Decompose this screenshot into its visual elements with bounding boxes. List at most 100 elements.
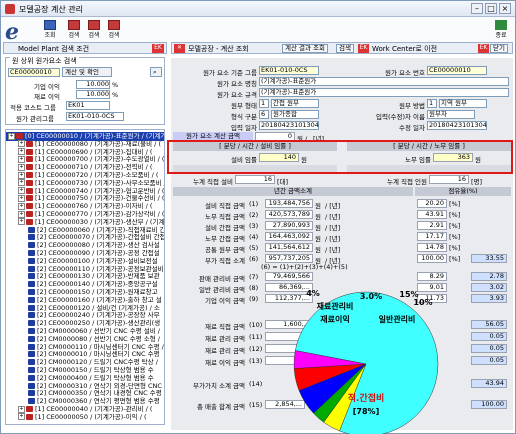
base-profit-input[interactable]: 10.000 — [76, 80, 110, 89]
search-button-2[interactable]: 검색 — [85, 20, 103, 41]
method-code[interactable]: 1 — [427, 99, 437, 108]
row-amount[interactable]: 79,469,566 — [265, 272, 313, 281]
window-title: 모델공장 계산 관리 — [19, 5, 83, 14]
row-pct[interactable]: 20.20 — [417, 199, 447, 208]
row-extra[interactable]: 0.05 — [471, 344, 507, 353]
total-extra[interactable]: 100.00 — [471, 400, 507, 409]
row-pct[interactable]: 14.78 — [417, 243, 447, 252]
mod-date-field[interactable]: 20180423101304 — [427, 121, 487, 130]
node-icon — [28, 242, 35, 249]
row-extra[interactable]: 3.93 — [471, 294, 507, 303]
expand-icon[interactable]: + — [18, 155, 25, 163]
node-icon — [28, 265, 35, 272]
row-pct[interactable]: 100.00 — [417, 254, 447, 263]
cost-element-tree[interactable]: + [0] CE00000010 / (기계가공)-표준원가 / (기계가 + [1]… — [5, 129, 165, 425]
node-label: [2] CE00000150 / (기계가공)-원재료창고 — [37, 288, 158, 296]
tab-work-center[interactable]: Work Center로 이전 — [372, 44, 437, 54]
row-per: / [년] — [325, 202, 341, 210]
row-code: (1) — [249, 200, 259, 208]
row-extra[interactable]: 33.55 — [471, 254, 507, 263]
cost-code-input[interactable]: CE00000010 — [8, 68, 60, 77]
expand-icon[interactable]: + — [18, 187, 25, 195]
row-extra[interactable]: 3.02 — [471, 283, 507, 292]
row-extra[interactable]: 2.78 — [471, 272, 507, 281]
exit-button[interactable]: 종료 — [493, 20, 509, 41]
cum-labor-unit: [명] — [471, 178, 483, 186]
close-window-button[interactable]: × — [499, 3, 511, 14]
row-pct-unit: [%] — [449, 200, 461, 208]
calc-result-button[interactable]: 계산 결과 조회 — [282, 44, 329, 53]
maximize-button[interactable]: □ — [485, 3, 497, 14]
row-extra[interactable]: 0.05 — [471, 332, 507, 341]
expand-icon[interactable]: + — [18, 171, 25, 179]
type-code[interactable]: 6 — [259, 110, 269, 119]
window-controls: – □ × — [471, 3, 511, 14]
row-label: 판매 관리비 금액 — [199, 275, 245, 283]
node-label: [2] CM0000150 / 드릴기 탁상형 범용 수 — [37, 366, 154, 374]
expand-icon[interactable]: + — [18, 148, 25, 156]
node-label: [1] CE00000760 / (기계가공)-이자비 / ( — [35, 202, 153, 211]
cum-equip-field[interactable]: 16 — [235, 175, 275, 184]
expand-icon[interactable]: + — [18, 179, 25, 187]
node-label: [2] CM0000080 / 선반기 CNC 수평 소형 / — [37, 334, 160, 343]
row-pct[interactable]: 43.91 — [417, 210, 447, 219]
expand-icon[interactable]: + — [18, 202, 25, 210]
cost-no-field[interactable]: CE00000010 — [427, 66, 487, 75]
row-code: (8) — [249, 284, 259, 292]
right-search-button[interactable]: 검색 — [336, 44, 354, 53]
row-amount[interactable]: 957,737,205 — [265, 254, 313, 263]
cost-std-field[interactable]: (기계가공)-표준원가 — [259, 88, 509, 97]
expand-icon[interactable]: + — [18, 413, 25, 421]
ek-button-2[interactable]: EK — [478, 44, 489, 53]
expand-icon[interactable]: + — [18, 194, 25, 202]
expand-icon[interactable]: + — [18, 218, 25, 226]
apply-group-select[interactable]: EK01 — [66, 101, 110, 110]
type-name[interactable]: 원가종합 — [271, 110, 319, 119]
left-panel-header: Model Plant 검색 조건 EK — [3, 42, 167, 54]
row-pct[interactable]: 8.29 — [417, 272, 447, 281]
left-close-button[interactable]: EK — [152, 44, 164, 53]
query-button[interactable]: 조회 — [41, 20, 59, 41]
cost-group-field[interactable]: EK01-010-0CS — [259, 66, 319, 75]
row-pct[interactable]: 17.17 — [417, 232, 447, 241]
row-extra[interactable]: 56.05 — [471, 320, 507, 329]
cum-labor-field[interactable]: 16 — [429, 175, 469, 184]
row-amount[interactable]: 141,564,612 — [265, 243, 313, 252]
row-amount[interactable]: 193,484,756 — [265, 199, 313, 208]
row-pct[interactable]: 2.91 — [417, 221, 447, 230]
expand-icon[interactable]: + — [8, 132, 15, 140]
row-amount[interactable]: 164,463,092 — [265, 232, 313, 241]
row-amount[interactable]: 27,890,993 — [265, 221, 313, 230]
base-profit-label: 기업 이익 — [34, 83, 60, 91]
tab-calc-view[interactable]: 모델공장 - 계산 조회 — [188, 44, 249, 54]
minimize-button[interactable]: – — [471, 3, 483, 14]
entry-field[interactable]: 원부자 — [427, 110, 475, 119]
expand-icon[interactable]: + — [18, 405, 25, 413]
tab-icon: ✕ — [174, 44, 185, 53]
date-field[interactable]: 20180423101304 — [259, 121, 319, 130]
dept-type-code[interactable]: 1 — [259, 99, 269, 108]
calc-confirm-button[interactable]: 계산 및 확인 — [62, 67, 112, 77]
cost-group-field-label: 원가 요소 기준 그룹 — [202, 69, 257, 77]
pie-label: 재료관리비 — [317, 301, 354, 311]
sub-extra[interactable]: 43.94 — [471, 379, 507, 388]
dept-type-name[interactable]: 간접 원부 — [271, 99, 319, 108]
close-tab-button[interactable]: 닫기 — [490, 44, 508, 53]
mod-date-label: 수정 일자 — [399, 124, 425, 132]
cost-group-select[interactable]: EK01-010-0CS — [66, 112, 124, 121]
expand-icon[interactable]: + — [18, 140, 25, 148]
search-button-1[interactable]: 검색 — [65, 20, 83, 41]
cost-name-field[interactable]: (기계가공)-표준원가 — [259, 77, 509, 86]
row-amount[interactable]: 420,573,789 — [265, 210, 313, 219]
search-button-3[interactable]: 검색 — [105, 20, 123, 41]
expand-icon[interactable]: + — [18, 163, 25, 171]
row-label: 노무 간접 금액 — [204, 235, 245, 243]
method-name[interactable]: 지역 원부 — [439, 99, 487, 108]
search-magnifier-button[interactable]: ⌕ — [150, 67, 162, 77]
expand-icon[interactable]: + — [18, 210, 25, 218]
row-extra[interactable]: 0.05 — [471, 356, 507, 365]
ek-button[interactable]: EK — [358, 44, 369, 53]
material-profit-input[interactable]: 10.000 — [76, 90, 110, 99]
tree-node[interactable]: + [1] CE00000050 / (기계가공)-이익 / ( — [6, 413, 146, 422]
material-profit-unit: % — [112, 91, 119, 99]
